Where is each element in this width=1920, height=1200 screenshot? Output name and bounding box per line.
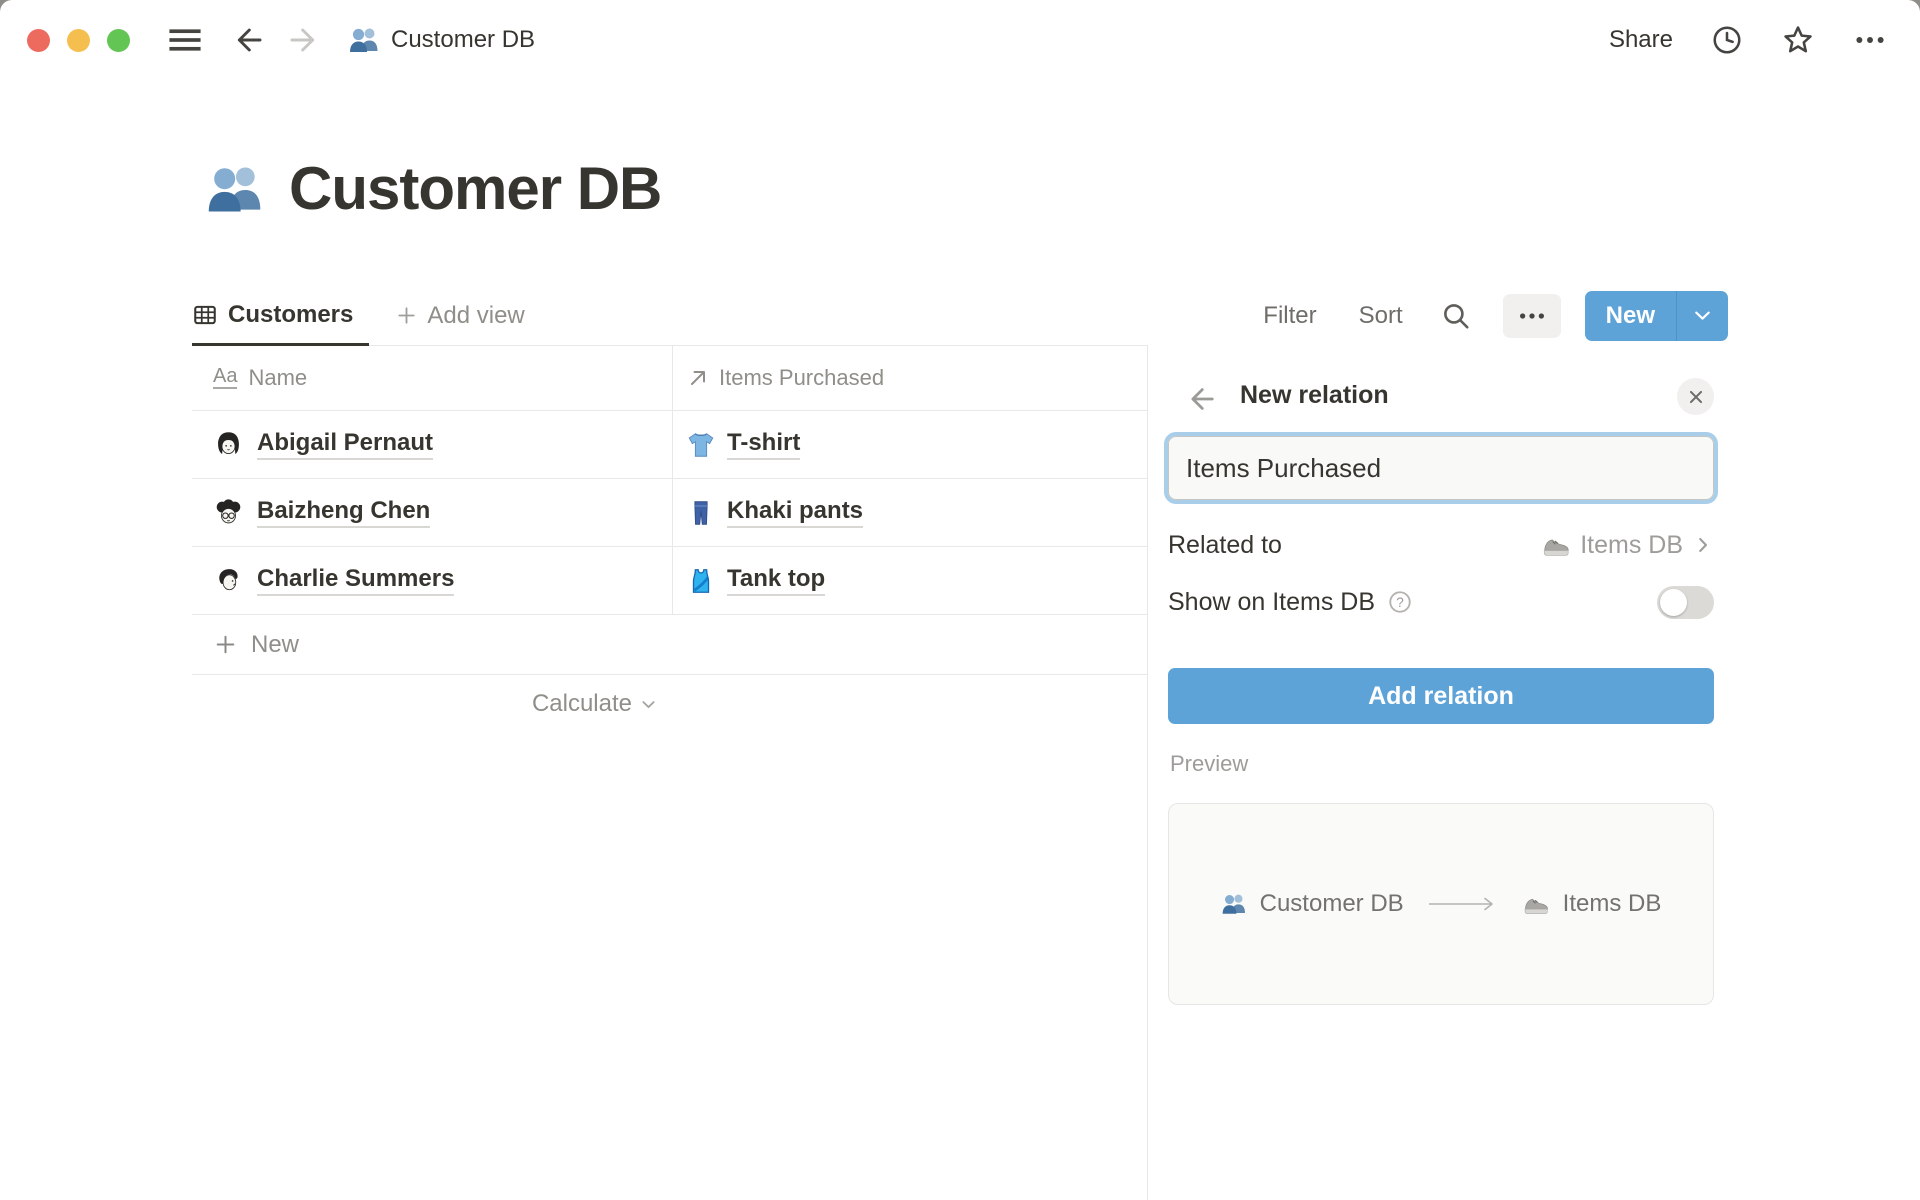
ellipsis-icon <box>1517 301 1547 331</box>
avatar-abigail-icon <box>214 430 243 459</box>
hamburger-icon <box>168 23 202 57</box>
window-controls <box>27 29 130 52</box>
close-window-button[interactable] <box>27 29 50 52</box>
ellipsis-icon <box>1853 23 1887 57</box>
forward-button[interactable] <box>288 24 320 56</box>
plus-icon <box>395 304 418 327</box>
more-menu-button[interactable] <box>1853 23 1887 57</box>
text-type-icon: Aa <box>213 366 237 389</box>
help-button[interactable] <box>1387 589 1413 615</box>
items-purchased-cell[interactable]: T-shirt <box>672 411 1147 478</box>
titlebar: Customer DB Share <box>0 0 1920 80</box>
close-icon <box>1685 386 1707 408</box>
column-header-items-purchased[interactable]: Items Purchased <box>672 345 1147 410</box>
plus-icon <box>213 632 238 657</box>
view-options-button[interactable] <box>1503 294 1561 338</box>
arrow-left-icon <box>232 24 264 56</box>
relation-name-input[interactable] <box>1168 436 1714 500</box>
preview-source-name: Customer DB <box>1260 890 1404 918</box>
table-row: Abigail Pernaut T-shirt <box>192 411 1147 479</box>
new-dropdown-button[interactable] <box>1676 291 1728 341</box>
long-arrow-icon <box>1427 897 1499 911</box>
relation-preview-box: Customer DB Items DB <box>1168 803 1714 1005</box>
database-table: Aa Name Items Purchased Abigail Pernaut … <box>192 345 1147 733</box>
table-header-row: Aa Name Items Purchased <box>192 345 1147 411</box>
breadcrumb[interactable]: Customer DB <box>348 24 535 56</box>
view-toolbar: Customers Add view Filter Sort New <box>192 286 1768 346</box>
table-row: Charlie Summers Tank top <box>192 547 1147 615</box>
related-to-row: Related to Items DB <box>1168 523 1714 567</box>
tanktop-icon <box>686 566 716 596</box>
share-button[interactable]: Share <box>1609 26 1673 54</box>
notion-window: Customer DB Share Customer DB Customers <box>0 0 1920 1200</box>
tab-customers[interactable]: Customers <box>192 287 369 346</box>
tshirt-icon <box>686 430 716 460</box>
star-icon <box>1781 23 1815 57</box>
sort-button[interactable]: Sort <box>1359 302 1403 330</box>
table-row: Baizheng Chen Khaki pants <box>192 479 1147 547</box>
people-icon <box>1221 891 1247 917</box>
column-header-name[interactable]: Aa Name <box>192 345 672 410</box>
show-on-label: Show on Items DB <box>1168 588 1375 617</box>
calculate-button[interactable]: Calculate <box>532 690 672 718</box>
show-on-row: Show on Items DB <box>1168 580 1714 624</box>
add-view-button[interactable]: Add view <box>395 302 524 330</box>
zoom-window-button[interactable] <box>107 29 130 52</box>
related-to-select[interactable]: Items DB <box>1541 530 1714 560</box>
chevron-down-icon <box>1691 304 1714 327</box>
people-icon[interactable] <box>205 159 265 219</box>
back-button[interactable] <box>232 24 264 56</box>
minimize-window-button[interactable] <box>67 29 90 52</box>
panel-close-button[interactable] <box>1677 378 1714 415</box>
chevron-right-icon <box>1692 534 1714 556</box>
page-title[interactable]: Customer DB <box>289 156 661 222</box>
sneaker-icon <box>1541 530 1571 560</box>
filter-button[interactable]: Filter <box>1263 302 1316 330</box>
table-view-icon <box>192 302 218 328</box>
new-relation-panel: New relation Related to Items DB Show on… <box>1148 345 1920 1200</box>
titlebar-actions: Share <box>1609 23 1887 57</box>
show-on-toggle[interactable] <box>1657 586 1714 619</box>
search-button[interactable] <box>1441 301 1471 331</box>
avatar-charlie-icon <box>214 566 243 595</box>
breadcrumb-title: Customer DB <box>391 26 535 54</box>
page-header: Customer DB <box>205 156 661 222</box>
relation-arrow-icon <box>686 366 710 390</box>
toggle-knob <box>1660 589 1687 616</box>
updates-button[interactable] <box>1711 24 1743 56</box>
items-purchased-cell[interactable]: Khaki pants <box>672 479 1147 546</box>
calculate-row: Calculate <box>192 675 672 733</box>
panel-back-button[interactable] <box>1186 384 1216 414</box>
arrow-left-icon <box>1186 384 1216 414</box>
clock-icon <box>1711 24 1743 56</box>
sidebar-toggle-button[interactable] <box>168 23 202 57</box>
avatar-baizheng-icon <box>214 498 243 527</box>
name-cell[interactable]: Abigail Pernaut <box>192 411 672 478</box>
items-purchased-cell[interactable]: Tank top <box>672 547 1147 614</box>
jeans-icon <box>686 498 716 528</box>
chevron-down-icon <box>639 695 658 714</box>
people-icon <box>348 24 380 56</box>
panel-title: New relation <box>1240 381 1389 410</box>
preview-target-name: Items DB <box>1563 890 1662 918</box>
preview-label: Preview <box>1170 751 1248 777</box>
search-icon <box>1441 301 1471 331</box>
view-actions: Filter Sort New <box>1263 291 1768 341</box>
favorite-button[interactable] <box>1781 23 1815 57</box>
name-cell[interactable]: Baizheng Chen <box>192 479 672 546</box>
sneaker-icon <box>1522 890 1550 918</box>
name-cell[interactable]: Charlie Summers <box>192 547 672 614</box>
add-relation-button[interactable]: Add relation <box>1168 668 1714 724</box>
related-to-label: Related to <box>1168 531 1282 560</box>
question-icon <box>1387 589 1413 615</box>
arrow-right-icon <box>288 24 320 56</box>
new-row-button[interactable]: New <box>192 615 1147 675</box>
new-button[interactable]: New <box>1585 291 1676 341</box>
new-split-button: New <box>1585 291 1728 341</box>
